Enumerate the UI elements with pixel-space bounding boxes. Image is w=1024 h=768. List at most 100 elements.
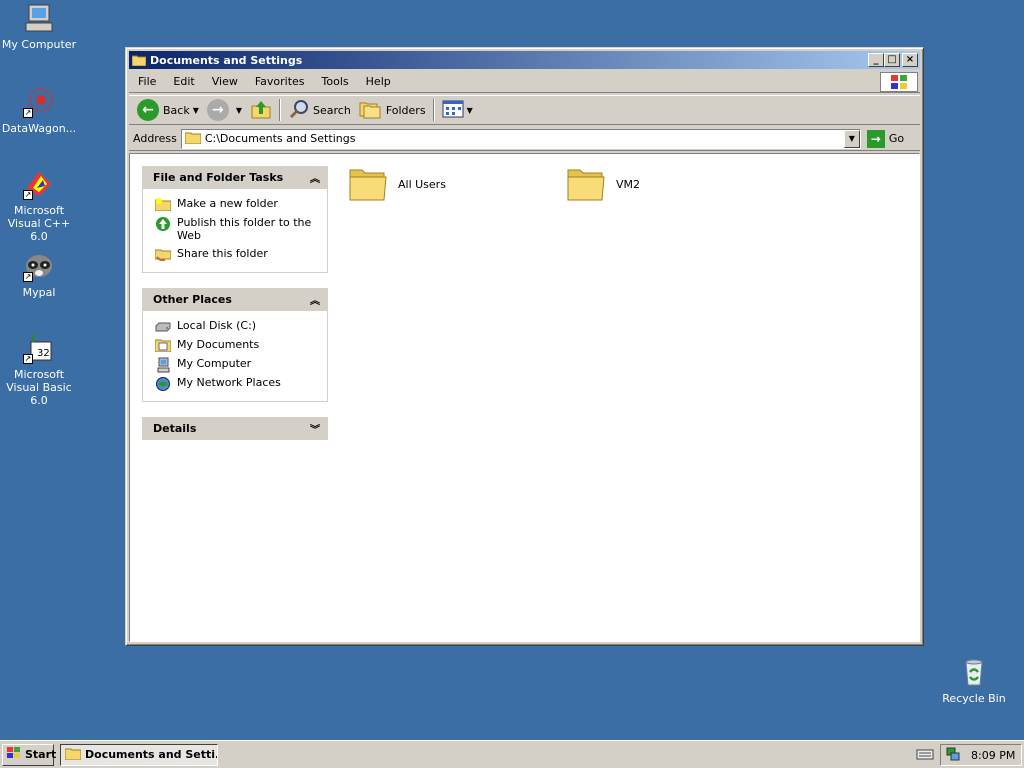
windows-logo-icon (880, 72, 918, 92)
shortcut-arrow-icon: ↗ (23, 108, 33, 118)
place-my-documents[interactable]: My Documents (154, 338, 327, 353)
place-network-places[interactable]: My Network Places (155, 376, 327, 391)
folder-vm2[interactable]: VM2 (566, 164, 640, 205)
forward-button[interactable]: → ▼ (203, 97, 246, 123)
task-make-new-folder[interactable]: Make a new folder (154, 197, 327, 212)
panel-header[interactable]: File and Folder Tasks ︽ (142, 166, 328, 189)
desktop-icon-recycle-bin[interactable]: Recycle Bin (934, 656, 1014, 705)
folders-label: Folders (385, 103, 426, 117)
menu-file[interactable]: File (129, 75, 164, 88)
chevron-down-icon[interactable]: ▼ (236, 106, 242, 115)
desktop-icon-datawagon[interactable]: ↗ DataWagon... (0, 86, 79, 135)
back-label: Back (163, 103, 190, 117)
task-share-folder[interactable]: Share this folder (154, 247, 327, 262)
panel-header[interactable]: Details ︾ (142, 417, 328, 440)
up-button[interactable] (246, 97, 276, 123)
toolbar: ← Back ▼ → ▼ Search Folders ▼ (129, 95, 920, 125)
chevron-down-icon[interactable]: ▼ (193, 106, 199, 115)
place-label: Local Disk (C:) (177, 319, 257, 332)
forward-arrow-icon: → (206, 99, 229, 121)
desktop-icon-visual-basic[interactable]: 32 ↗ Microsoft Visual Basic 6.0 (0, 332, 79, 407)
go-arrow-icon: → (866, 129, 885, 148)
maximize-button[interactable]: □ (884, 53, 900, 67)
panel-header[interactable]: Other Places ︽ (142, 288, 328, 311)
desktop-icon-label: Recycle Bin (942, 692, 1006, 705)
menu-tools[interactable]: Tools (313, 75, 357, 88)
go-button[interactable]: → Go (866, 129, 905, 148)
search-button[interactable]: Search (284, 97, 355, 123)
menu-favorites[interactable]: Favorites (246, 75, 313, 88)
views-icon (442, 100, 464, 121)
network-tray-icon[interactable] (945, 746, 961, 765)
back-button[interactable]: ← Back ▼ (133, 97, 203, 123)
folders-button[interactable]: Folders (355, 97, 430, 123)
minimize-button[interactable]: _ (868, 53, 884, 67)
my-documents-icon (154, 338, 172, 353)
shortcut-arrow-icon: ↗ (23, 272, 33, 282)
task-publish-to-web[interactable]: Publish this folder to the Web (155, 216, 327, 242)
svg-text:32: 32 (37, 348, 50, 359)
keyboard-icon[interactable] (916, 747, 934, 761)
search-label: Search (313, 103, 351, 117)
desktop-icon-visual-cpp[interactable]: ↗ Microsoft Visual C++ 6.0 (0, 168, 79, 243)
desktop-icon-my-computer[interactable]: My Computer (0, 2, 79, 51)
visual-basic-icon: 32 ↗ (23, 332, 55, 364)
panel-title: Details (153, 422, 197, 435)
views-button[interactable]: ▼ (438, 97, 477, 123)
desktop-icon-label: DataWagon... (1, 122, 77, 135)
visual-cpp-icon: ↗ (23, 168, 55, 200)
place-local-disk[interactable]: Local Disk (C:) (155, 319, 327, 333)
recycle-bin-icon (958, 656, 990, 688)
toolbar-separator (432, 99, 435, 121)
taskbar-window-button[interactable]: Documents and Setti... (60, 743, 218, 766)
toolbar-separator (279, 99, 282, 121)
desktop-icon-mypal[interactable]: ↗ Mypal (0, 250, 79, 299)
folder-icon (566, 164, 606, 205)
start-button[interactable]: Start (2, 743, 57, 766)
hard-disk-icon (155, 319, 171, 333)
close-button[interactable]: × (902, 53, 918, 67)
taskbar: Start Documents and Setti... 8:09 PM (0, 740, 1024, 768)
task-label: Publish this folder to the Web (177, 216, 312, 242)
title-bar[interactable]: Documents and Settings _ □ × (129, 51, 920, 69)
folders-icon (359, 99, 381, 122)
menu-help[interactable]: Help (357, 75, 399, 88)
start-label: Start (25, 748, 57, 761)
raccoon-icon: ↗ (23, 250, 55, 282)
computer-icon (23, 2, 55, 34)
computer-icon (155, 357, 171, 373)
network-places-icon (155, 376, 171, 391)
place-label: My Documents (177, 338, 260, 351)
folder-name: VM2 (616, 178, 641, 191)
task-pane: File and Folder Tasks ︽ Make a new folde… (142, 166, 328, 455)
datawagon-icon: ↗ (23, 86, 55, 118)
menu-view[interactable]: View (203, 75, 246, 88)
shortcut-arrow-icon: ↗ (23, 190, 33, 200)
place-my-computer[interactable]: My Computer (155, 357, 327, 373)
folder-name: All Users (398, 178, 446, 191)
address-bar: Address C:\Documents and Settings ▼ → Go (129, 127, 920, 151)
place-label: My Computer (177, 357, 252, 370)
place-label: My Network Places (177, 376, 281, 389)
window-title: Documents and Settings (150, 53, 303, 67)
collapse-chevron-icon[interactable]: ︽ (310, 292, 320, 307)
go-label: Go (888, 132, 905, 145)
address-input[interactable]: C:\Documents and Settings ▼ (180, 128, 861, 149)
content-area: File and Folder Tasks ︽ Make a new folde… (129, 153, 920, 642)
chevron-down-icon[interactable]: ▼ (467, 106, 473, 115)
desktop-icon-label: My Computer (1, 38, 77, 51)
panel-title: File and Folder Tasks (153, 171, 284, 184)
taskbar-window-label: Documents and Setti... (85, 748, 218, 761)
shortcut-arrow-icon: ↗ (23, 354, 33, 364)
globe-publish-icon (155, 216, 171, 231)
folder-all-users[interactable]: All Users (348, 164, 446, 205)
folder-icon (64, 747, 82, 763)
menu-edit[interactable]: Edit (164, 75, 202, 88)
folder-up-icon (250, 98, 272, 123)
clock[interactable]: 8:09 PM (971, 749, 1015, 762)
expand-chevron-icon[interactable]: ︾ (310, 421, 320, 436)
collapse-chevron-icon[interactable]: ︽ (310, 170, 320, 185)
chevron-down-icon[interactable]: ▼ (843, 129, 860, 148)
panel-details: Details ︾ (142, 417, 328, 440)
windows-logo-icon (6, 746, 22, 763)
